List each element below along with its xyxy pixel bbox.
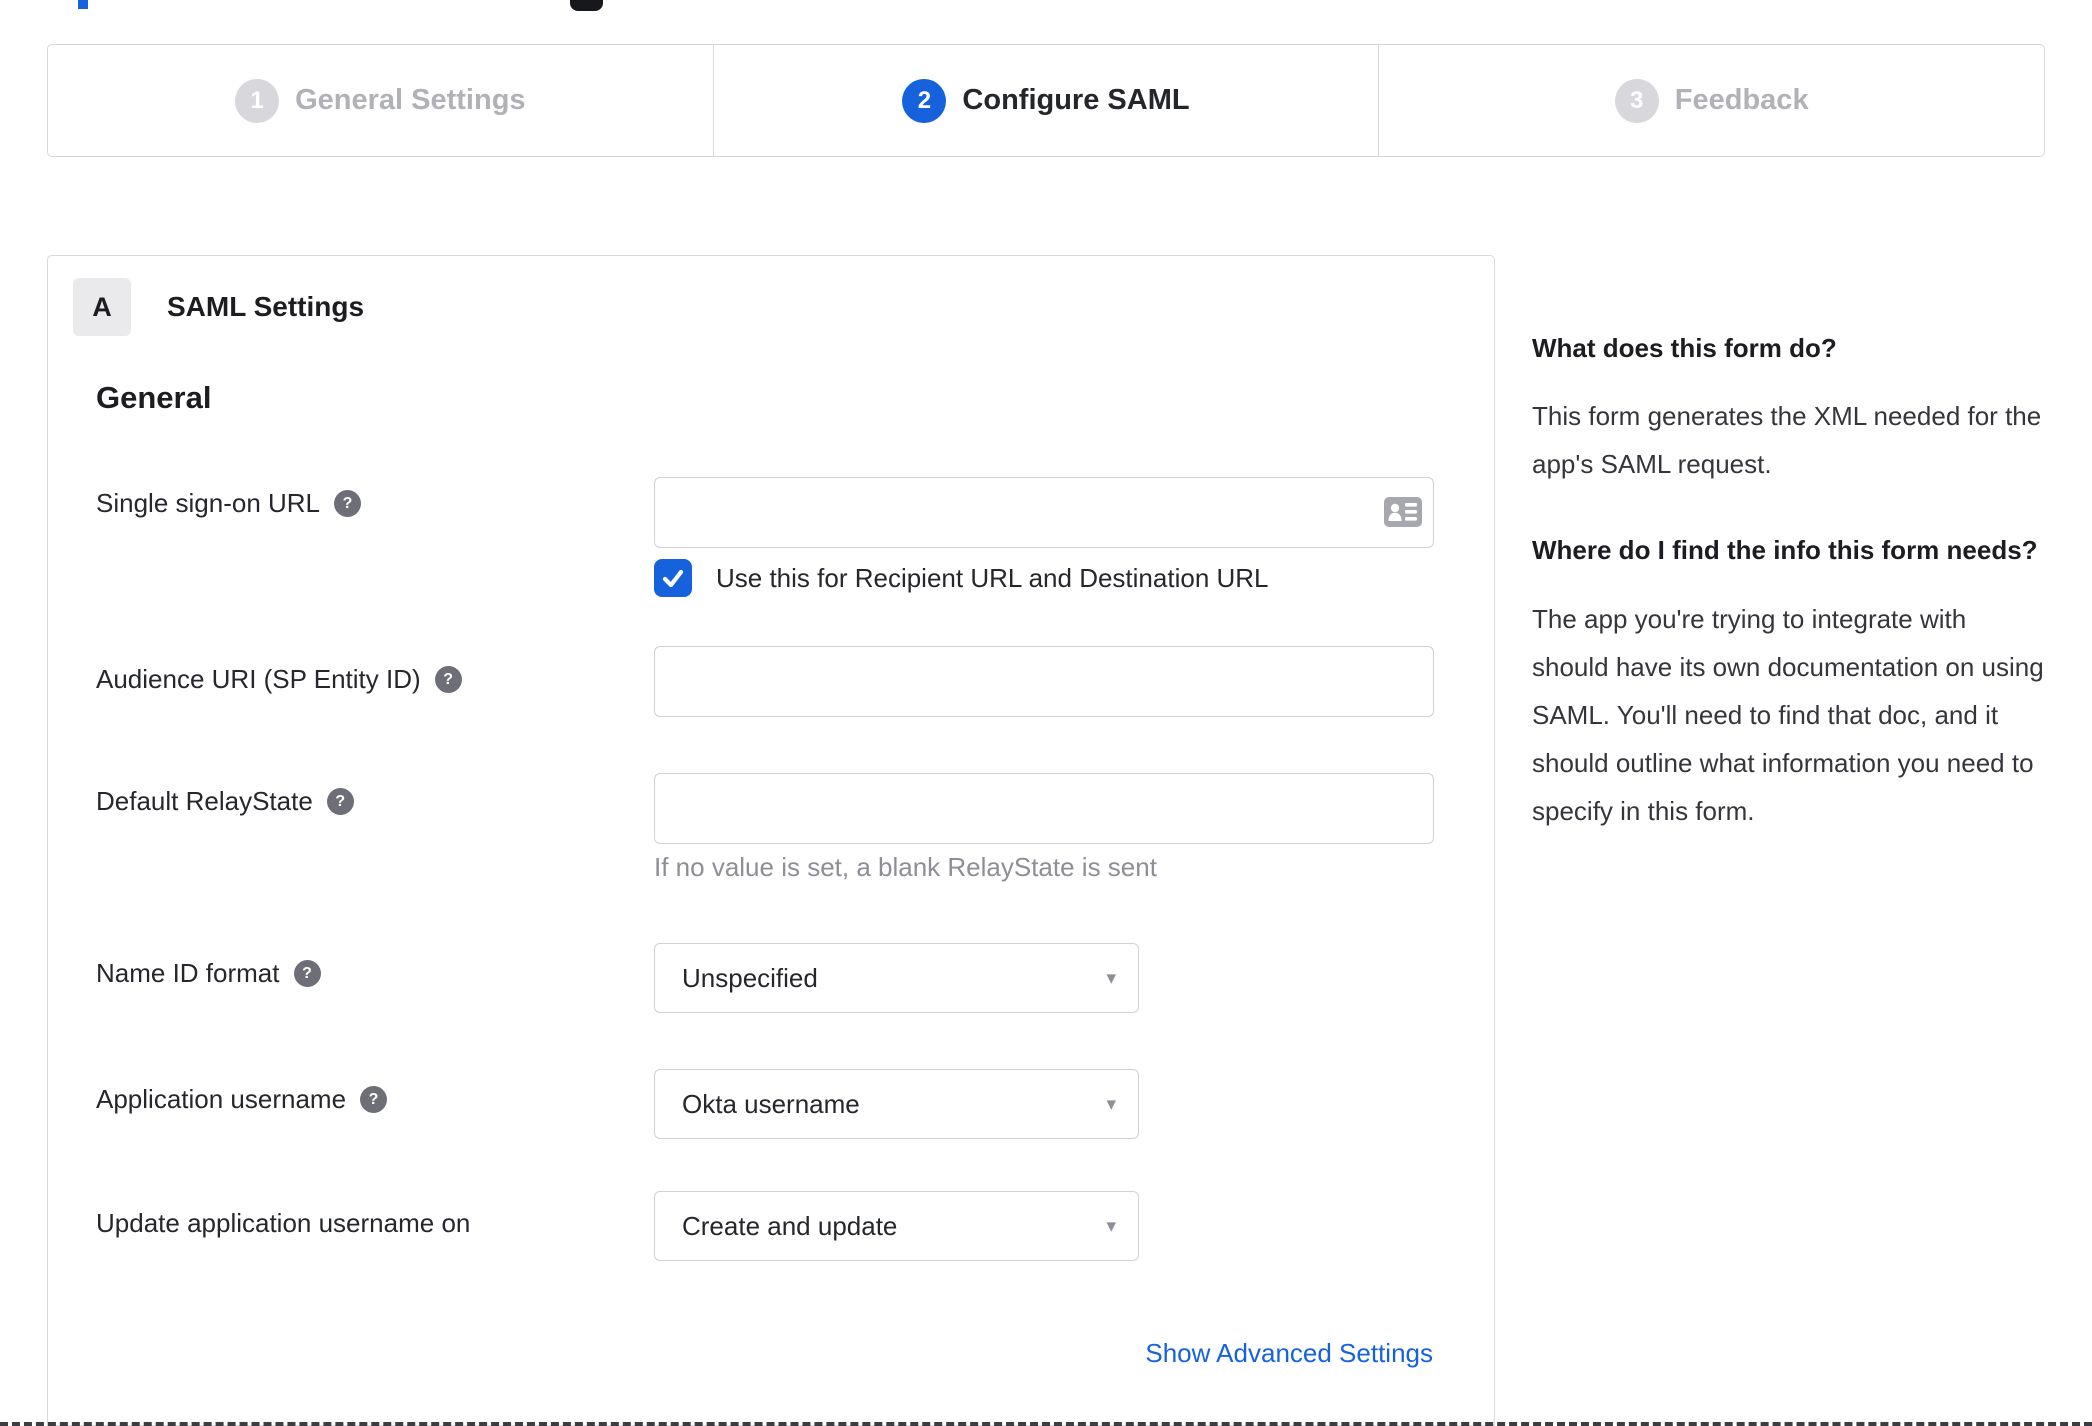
step-configure-saml[interactable]: 2 Configure SAML [712,45,1379,156]
help-q1-heading: What does this form do? [1532,333,1837,363]
step-label: Feedback [1674,84,1809,116]
select-value: Unspecified [682,962,818,993]
help-q2-heading: Where do I find the info this form needs… [1532,535,2038,566]
step-number-badge: 3 [1614,78,1659,123]
wizard-stepper: 1 General Settings 2 Configure SAML 3 Fe… [47,44,2045,157]
cutoff-dark-fragment [570,0,603,11]
card-header: A SAML Settings [73,278,364,336]
saml-settings-card: A SAML Settings General Single sign-on U… [47,255,1495,1426]
audience-uri-input[interactable] [654,646,1434,717]
name-id-format-label: Name ID format ? [96,958,321,989]
recipient-url-checkbox-row: Use this for Recipient URL and Destinati… [654,559,1269,597]
field-label-text: Single sign-on URL [96,488,321,518]
update-username-on-label: Update application username on [96,1208,470,1239]
application-username-label: Application username ? [96,1084,388,1115]
help-q1-body: This form generates the XML needed for t… [1532,401,2042,480]
name-id-format-select[interactable]: Unspecified ▾ [654,943,1139,1013]
update-username-on-select[interactable]: Create and update ▾ [654,1191,1139,1261]
chevron-down-icon: ▾ [1106,1215,1116,1237]
help-icon[interactable]: ? [334,490,362,517]
help-icon[interactable]: ? [360,1086,388,1113]
checkbox-label: Use this for Recipient URL and Destinati… [716,562,1269,593]
relaystate-helper-text: If no value is set, a blank RelayState i… [654,852,1157,882]
select-value: Okta username [682,1088,860,1119]
field-label-text: Update application username on [96,1208,471,1238]
select-value: Create and update [682,1210,898,1241]
show-advanced-settings-link[interactable]: Show Advanced Settings [1145,1338,1433,1369]
cutoff-blue-fragment [78,0,88,9]
step-label: General Settings [295,84,526,116]
chevron-down-icon: ▾ [1106,967,1116,989]
help-icon[interactable]: ? [293,960,321,987]
general-heading: General [96,380,212,415]
chevron-down-icon: ▾ [1106,1093,1116,1115]
checkmark-icon [662,569,684,588]
field-label-text: Application username [96,1084,347,1114]
step-number-badge: 2 [902,78,947,123]
field-label-text: Audience URI (SP Entity ID) [96,664,421,694]
recipient-url-checkbox[interactable] [654,559,692,597]
sso-url-input[interactable] [654,477,1434,548]
help-icon[interactable]: ? [434,666,462,693]
sso-url-label: Single sign-on URL ? [96,488,362,519]
step-feedback[interactable]: 3 Feedback [1378,45,2044,156]
application-username-select[interactable]: Okta username ▾ [654,1069,1139,1139]
step-general-settings[interactable]: 1 General Settings [48,45,713,156]
help-panel: What does this form do? This form genera… [1532,328,2048,877]
help-q2-body: The app you're trying to integrate with … [1532,603,2044,827]
step-number-badge: 1 [235,78,280,123]
default-relaystate-input[interactable] [654,773,1434,844]
card-title: SAML Settings [167,291,365,322]
help-icon[interactable]: ? [326,788,354,815]
audience-uri-label: Audience URI (SP Entity ID) ? [96,664,462,695]
field-label-text: Name ID format [96,958,280,988]
step-label: Configure SAML [962,84,1190,116]
field-label-text: Default RelayState [96,786,313,816]
default-relaystate-label: Default RelayState ? [96,786,354,817]
section-a-badge: A [73,278,131,336]
bottom-cutoff-dashes [0,1422,2092,1426]
